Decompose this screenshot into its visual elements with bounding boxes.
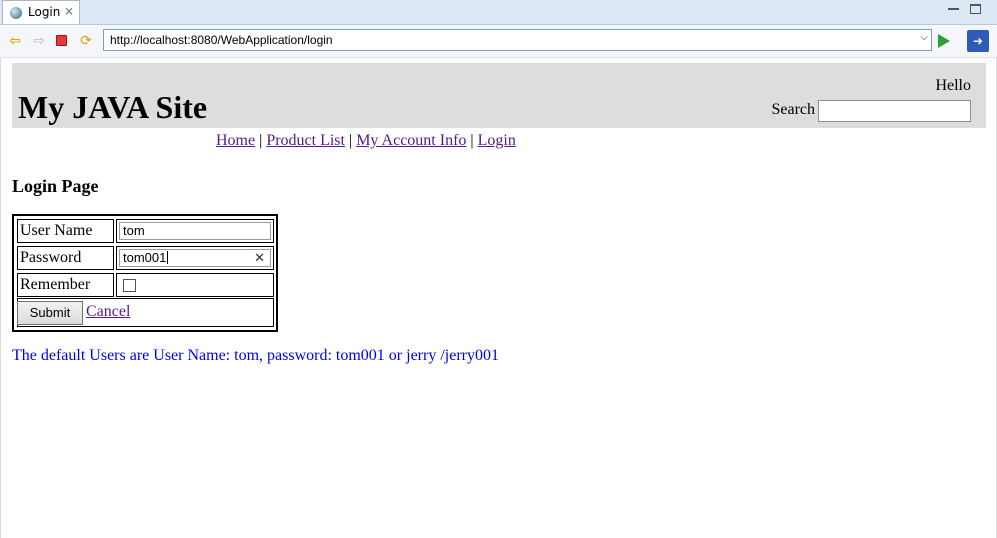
search-label: Search [771, 101, 815, 118]
tab-title: Login [28, 5, 61, 19]
site-header: My JAVA Site Hello Search [12, 63, 986, 128]
nav-separator: | [259, 132, 263, 149]
browser-toolbar: ⇦ ⇨ ⟳ http://localhost:8080/WebApplicati… [0, 25, 997, 58]
main-nav: Home | Product List | My Account Info | … [216, 132, 516, 150]
text-caret [167, 251, 169, 264]
chevron-down-icon[interactable]: ⌵ [920, 32, 928, 43]
nav-link-login[interactable]: Login [478, 132, 516, 149]
maximize-icon[interactable] [970, 4, 981, 14]
editor-tab-bar: Login ⨯ [0, 0, 997, 25]
username-label: User Name [17, 219, 114, 243]
cancel-link[interactable]: Cancel [86, 303, 130, 321]
nav-link-product-list[interactable]: Product List [266, 132, 345, 149]
login-form: User Name tom Password tom001 ✕ Remember… [12, 214, 278, 332]
password-cell: tom001 ✕ [116, 246, 274, 270]
password-value: tom001 [123, 250, 167, 265]
nav-link-account[interactable]: My Account Info [356, 132, 466, 149]
stop-icon[interactable] [56, 35, 67, 46]
nav-separator: | [470, 132, 474, 149]
refresh-icon[interactable]: ⟳ [78, 33, 94, 49]
page-heading: Login Page [12, 176, 99, 196]
back-arrow-icon[interactable]: ⇦ [7, 33, 23, 49]
site-title: My JAVA Site [18, 89, 208, 125]
password-label: Password [17, 246, 114, 270]
url-bar[interactable]: http://localhost:8080/WebApplication/log… [103, 29, 932, 51]
web-page: My JAVA Site Hello Search Home | Product… [0, 58, 997, 538]
default-users-note: The default Users are User Name: tom, pa… [12, 347, 499, 364]
remember-me-checkbox[interactable] [123, 279, 136, 292]
globe-icon [10, 7, 22, 19]
nav-link-home[interactable]: Home [216, 132, 255, 149]
remember-me-label: Remember me [17, 273, 114, 315]
open-external-icon[interactable]: ➜ [967, 30, 989, 52]
username-input[interactable]: tom [119, 222, 271, 240]
search-input[interactable] [818, 100, 971, 122]
browser-tab[interactable]: Login ⨯ [2, 0, 80, 24]
forward-arrow-icon[interactable]: ⇨ [31, 33, 47, 49]
clear-icon[interactable]: ✕ [254, 250, 265, 266]
password-input[interactable]: tom001 ✕ [119, 249, 271, 267]
remember-me-cell [116, 273, 274, 297]
url-text[interactable]: http://localhost:8080/WebApplication/log… [110, 33, 333, 47]
close-tab-icon[interactable]: ⨯ [64, 4, 74, 18]
submit-button[interactable]: Submit [17, 301, 83, 325]
go-icon[interactable] [938, 34, 950, 48]
greeting-text: Hello [935, 77, 971, 94]
minimize-icon[interactable] [948, 3, 959, 10]
nav-separator: | [348, 132, 353, 149]
username-cell: tom [116, 219, 274, 243]
